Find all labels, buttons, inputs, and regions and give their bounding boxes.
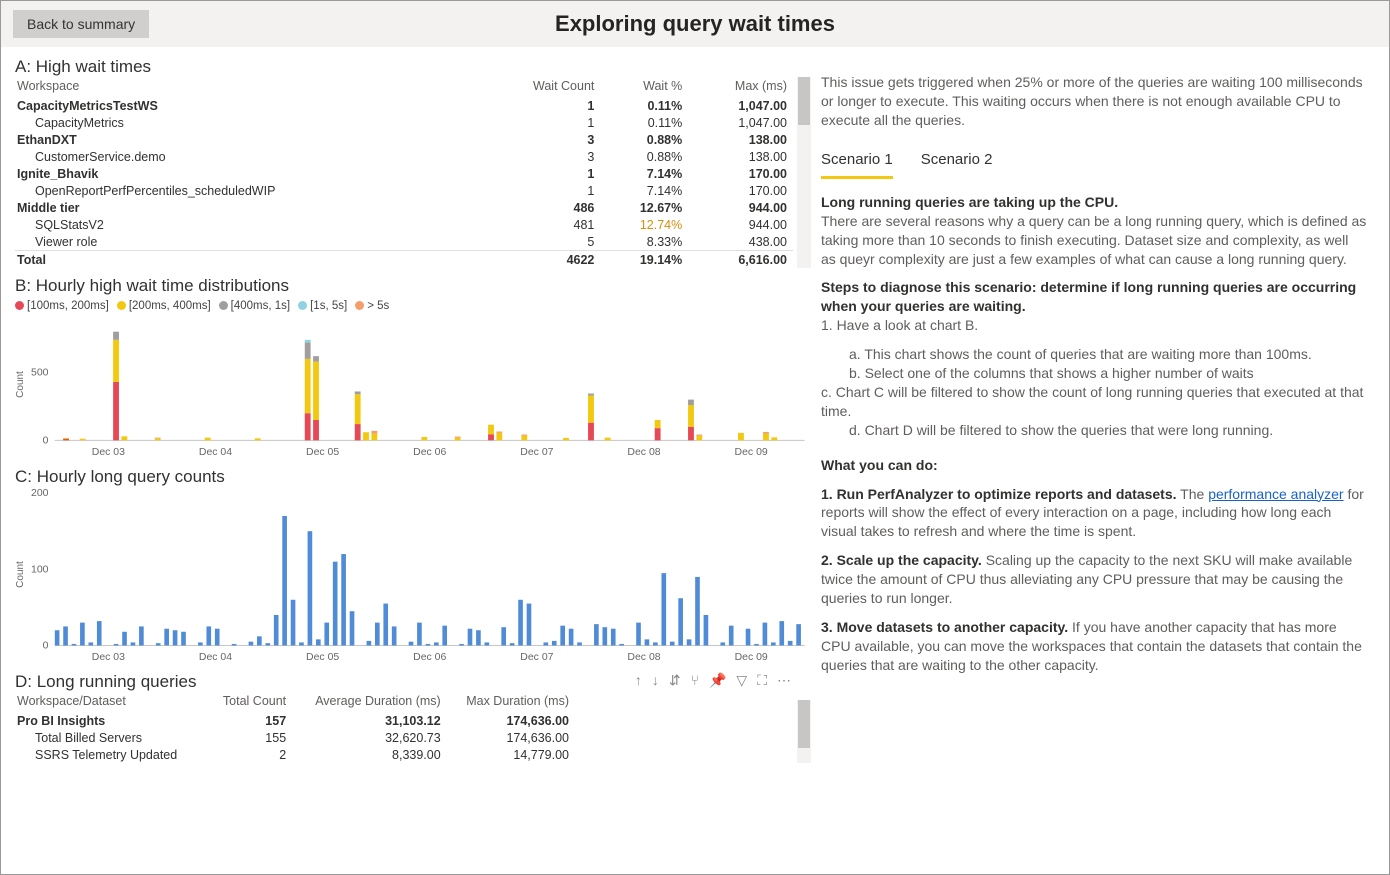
table-row[interactable]: CapacityMetricsTestWS10.11%1,047.00: [15, 97, 793, 114]
table-row[interactable]: Ignite_Bhavik17.14%170.00: [15, 165, 793, 182]
topbar: Back to summary Exploring query wait tim…: [1, 1, 1389, 47]
actions-heading: What you can do:: [821, 457, 938, 473]
legend-swatch: [117, 301, 126, 310]
legend-swatch: [355, 301, 364, 310]
scenario-heading: Long running queries are taking up the C…: [821, 194, 1118, 210]
panel-a-title: A: High wait times: [15, 57, 793, 77]
tab-scenario-1[interactable]: Scenario 1: [821, 150, 893, 179]
table-d-col[interactable]: Total Count: [210, 692, 292, 712]
scenario-tabs: Scenario 1 Scenario 2: [821, 150, 1367, 179]
table-row[interactable]: OpenReportPerfPercentiles_scheduledWIP17…: [15, 182, 793, 199]
table-row[interactable]: SSRS Telemetry Updated28,339.0014,779.00: [15, 746, 575, 763]
svg-text:100: 100: [31, 564, 49, 575]
legend-label[interactable]: [1s, 5s]: [310, 300, 347, 312]
table-a-col[interactable]: Wait %: [600, 77, 688, 97]
svg-text:Dec 07: Dec 07: [520, 652, 553, 663]
table-a-col[interactable]: Workspace: [15, 77, 479, 97]
panel-c-hourly-long-query: C: Hourly long query counts Count 0 100 20…: [15, 467, 811, 664]
table-a-col[interactable]: Wait Count: [479, 77, 600, 97]
tab-scenario-2[interactable]: Scenario 2: [921, 150, 993, 179]
legend-swatch: [219, 301, 228, 310]
svg-text:Dec 04: Dec 04: [199, 652, 232, 663]
svg-text:500: 500: [31, 368, 49, 379]
chart-c-ylabel: Count: [15, 561, 26, 588]
chart-b-legend: [100ms, 200ms] [200ms, 400ms] [400ms, 1s] […: [15, 300, 811, 312]
svg-text:Dec 05: Dec 05: [306, 652, 339, 663]
hierarchy-icon[interactable]: ⑂: [691, 672, 699, 689]
scroll-thumb[interactable]: [798, 700, 810, 748]
panel-b-title: B: Hourly high wait time distributions: [15, 276, 811, 296]
performance-analyzer-link[interactable]: performance analyzer: [1208, 486, 1343, 502]
action-2: 2. Scale up the capacity. Scaling up the…: [821, 551, 1367, 608]
panel-c-title: C: Hourly long query counts: [15, 467, 811, 487]
legend-label[interactable]: [400ms, 1s]: [231, 300, 290, 312]
svg-text:Dec 04: Dec 04: [199, 447, 232, 458]
step-1a: a. This chart shows the count of queries…: [821, 345, 1367, 364]
focus-icon[interactable]: ⛶: [757, 672, 767, 689]
table-row[interactable]: Total Billed Servers15532,620.73174,636.…: [15, 729, 575, 746]
sort-icon[interactable]: ⇵: [669, 672, 681, 689]
table-row[interactable]: EthanDXT30.88%138.00: [15, 131, 793, 148]
step-1d: d. Chart D will be filtered to show the …: [821, 421, 1367, 440]
action-1: 1. Run PerfAnalyzer to optimize reports …: [821, 485, 1367, 542]
page-title: Exploring query wait times: [1, 11, 1389, 37]
panel-d-long-running-queries: ↑↓⇵⑂📌▽⛶⋯ D: Long running queries Workspa…: [15, 672, 811, 763]
legend-swatch: [15, 301, 24, 310]
more-icon[interactable]: ⋯: [777, 672, 791, 689]
svg-text:Dec 06: Dec 06: [413, 652, 446, 663]
svg-text:Dec 07: Dec 07: [520, 447, 553, 458]
down-arrow-icon[interactable]: ↓: [652, 672, 659, 689]
svg-text:0: 0: [43, 641, 49, 652]
up-arrow-icon[interactable]: ↑: [635, 672, 642, 689]
svg-text:Dec 08: Dec 08: [627, 652, 660, 663]
table-row[interactable]: Pro BI Insights15731,103.12174,636.00: [15, 712, 575, 729]
svg-text:Dec 06: Dec 06: [413, 447, 446, 458]
svg-text:Dec 03: Dec 03: [92, 652, 125, 663]
steps-heading: Steps to diagnose this scenario: determi…: [821, 279, 1356, 314]
svg-text:Dec 09: Dec 09: [735, 447, 768, 458]
svg-text:Dec 09: Dec 09: [735, 652, 768, 663]
table-row[interactable]: Middle tier48612.67%944.00: [15, 199, 793, 216]
panel-d-toolbar: ↑ ↓ ⇵ ⑂ 📌 ▽ ⛶ ⋯: [635, 672, 791, 689]
scrollbar[interactable]: [797, 77, 811, 268]
step-1b: b. Select one of the columns that shows …: [821, 364, 1367, 383]
chart-b-ylabel: Count: [15, 371, 26, 398]
legend-label[interactable]: [200ms, 400ms]: [129, 300, 211, 312]
table-d-col[interactable]: Max Duration (ms): [447, 692, 575, 712]
table-a-col[interactable]: Max (ms): [688, 77, 793, 97]
action-3: 3. Move datasets to another capacity. If…: [821, 618, 1367, 675]
svg-text:Dec 05: Dec 05: [306, 447, 339, 458]
table-d[interactable]: Workspace/DatasetTotal CountAverage Dura…: [15, 692, 575, 763]
panel-b-hourly-wait-dist: B: Hourly high wait time distributions […: [15, 276, 811, 459]
svg-text:0: 0: [43, 436, 49, 447]
legend-label[interactable]: > 5s: [367, 300, 389, 312]
step-1c: c. Chart C will be filtered to show the …: [821, 383, 1367, 421]
filter-icon[interactable]: ▽: [736, 672, 747, 689]
table-row[interactable]: CustomerService.demo30.88%138.00: [15, 148, 793, 165]
scenario-para1: There are several reasons why a query ca…: [821, 213, 1366, 267]
back-button[interactable]: Back to summary: [13, 10, 149, 38]
table-a[interactable]: WorkspaceWait CountWait %Max (ms) Capaci…: [15, 77, 793, 268]
panel-a-high-wait-times: A: High wait times WorkspaceWait CountWa…: [15, 57, 811, 268]
table-row[interactable]: SQLStatsV248112.74%944.00: [15, 216, 793, 233]
chart-b[interactable]: 0 500 Dec 03 Dec 04 Dec 05 Dec 06 Dec 07 Dec 08…: [15, 314, 811, 459]
step-1: 1. Have a look at chart B.: [821, 317, 978, 333]
table-row[interactable]: Viewer role58.33%438.00: [15, 233, 793, 251]
table-d-col[interactable]: Average Duration (ms): [292, 692, 447, 712]
narrative-panel: This issue gets triggered when 25% or mo…: [811, 47, 1389, 874]
svg-text:Dec 03: Dec 03: [92, 447, 125, 458]
table-row[interactable]: CapacityMetrics10.11%1,047.00: [15, 114, 793, 131]
legend-label[interactable]: [100ms, 200ms]: [27, 300, 109, 312]
legend-swatch: [298, 301, 307, 310]
scrollbar[interactable]: [797, 700, 811, 763]
table-d-col[interactable]: Workspace/Dataset: [15, 692, 210, 712]
pin-icon[interactable]: 📌: [709, 672, 726, 689]
scroll-thumb[interactable]: [798, 77, 810, 125]
narrative-intro: This issue gets triggered when 25% or mo…: [821, 73, 1367, 130]
svg-text:200: 200: [31, 489, 49, 499]
chart-c[interactable]: 0 100 200 Dec 03 Dec 04 Dec 05 Dec 06 Dec 07 Dec…: [15, 489, 811, 664]
svg-text:Dec 08: Dec 08: [627, 447, 660, 458]
